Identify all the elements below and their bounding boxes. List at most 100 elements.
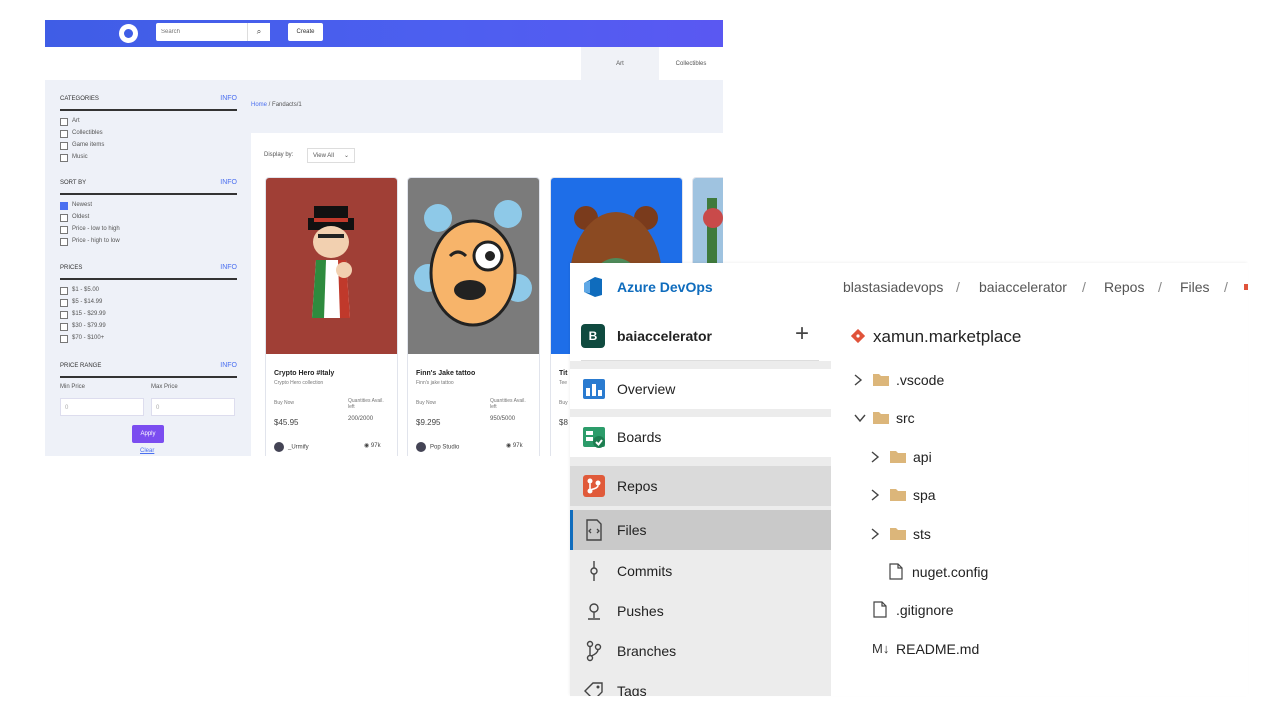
product-card[interactable]: Finn's Jake tattoo Finn's jake tattoo Bu… — [407, 177, 540, 456]
breadcrumb-home[interactable]: Home — [251, 102, 267, 108]
filter-option[interactable]: Music — [60, 151, 237, 163]
filter-categories: CATEGORIES INFO Art Collectibles Game ite… — [60, 95, 237, 163]
boards-icon — [583, 427, 605, 448]
product-quantity: 950/5000 — [490, 416, 516, 422]
file-tree-panel — [831, 311, 1248, 696]
product-owner[interactable]: Pop Studio — [416, 442, 459, 452]
nav-item-pushes[interactable]: Pushes — [570, 591, 831, 631]
filter-title: SORT BY — [60, 180, 87, 186]
chevron-right-icon[interactable] — [870, 450, 880, 464]
filter-price-range: PRICE RANGE INFO Min Price Max Price 0 0 — [60, 362, 237, 418]
file-icon — [873, 601, 887, 618]
tree-item-label: src — [896, 410, 915, 426]
folder-icon — [873, 412, 889, 424]
nav-item-overview[interactable]: Overview — [570, 369, 831, 409]
buy-now-label: Buy Now — [274, 400, 295, 406]
search-button[interactable]: ⌕ — [247, 23, 270, 41]
tree-item-label: nuget.config — [912, 564, 989, 580]
tree-item-label: api — [913, 449, 932, 465]
pushes-icon — [588, 603, 600, 620]
logo-icon[interactable] — [119, 24, 138, 43]
info-link[interactable]: INFO — [220, 362, 237, 369]
filter-heading: CATEGORIES INFO — [60, 95, 237, 111]
nav-item-boards[interactable]: Boards — [570, 417, 831, 457]
filter-prices: PRICES INFO $1 - $5.00 $5 - $14.99 $15 - … — [60, 264, 237, 344]
filter-sort-by: SORT BY INFO Newest Oldest Price - low to… — [60, 179, 237, 247]
filter-option[interactable]: $15 - $29.99 — [60, 308, 237, 320]
chevron-right-icon[interactable] — [870, 488, 880, 502]
chevron-right-icon[interactable] — [853, 373, 863, 387]
commits-icon — [590, 561, 598, 581]
tree-item-label: sts — [913, 526, 931, 542]
filter-option[interactable]: Game items — [60, 139, 237, 151]
nav-item-label: Boards — [617, 429, 662, 445]
tab-art[interactable]: Art — [581, 47, 659, 80]
nav-item-label: Branches — [617, 643, 677, 659]
folder-icon — [890, 451, 906, 463]
tree-item-label: spa — [913, 487, 936, 503]
file-icon — [889, 563, 903, 580]
product-views: ◉ 97k — [364, 442, 381, 449]
brand-name[interactable]: Azure DevOps — [617, 279, 713, 295]
view-all-select[interactable]: View All ⌄ — [307, 148, 355, 163]
chevron-down-icon[interactable] — [853, 411, 867, 425]
azure-devops-logo-icon[interactable] — [581, 275, 605, 299]
filter-option[interactable]: Art — [60, 115, 237, 127]
buy-now-label: Buy Now — [416, 400, 437, 406]
project-avatar[interactable]: B — [581, 324, 605, 348]
product-price: $8 — [559, 418, 568, 427]
product-card[interactable]: Crypto Hero #Italy Crypto Hero collectio… — [265, 177, 398, 456]
filter-option[interactable]: $5 - $14.99 — [60, 296, 237, 308]
filter-title: CATEGORIES — [60, 96, 99, 102]
nav-item-branches[interactable]: Branches — [570, 631, 831, 671]
nav-item-tags[interactable]: Tags — [570, 671, 831, 696]
filter-option[interactable]: Collectibles — [60, 127, 237, 139]
create-button[interactable]: Create — [288, 23, 323, 41]
tab-collectibles[interactable]: Collectibles — [659, 47, 723, 80]
filter-option[interactable]: $70 - $100+ — [60, 332, 237, 344]
tree-item-label: .vscode — [896, 372, 945, 388]
quantity-label: Quantities Avail. left — [490, 398, 526, 410]
nav-item-commits[interactable]: Commits — [570, 551, 831, 591]
nav-item-files[interactable]: Files — [570, 510, 831, 550]
product-price: $45.95 — [274, 418, 299, 427]
max-price-label: Max Price — [151, 384, 178, 390]
nav-item-label: Pushes — [617, 603, 664, 619]
breadcrumb-org[interactable]: blastasiadevops — [843, 279, 943, 295]
chevron-right-icon[interactable] — [870, 527, 880, 541]
info-link[interactable]: INFO — [220, 179, 237, 186]
filter-option[interactable]: Price - high to low — [60, 235, 237, 247]
max-price-input[interactable]: 0 — [151, 398, 235, 416]
views-count: 97k — [512, 443, 523, 449]
views-count: 97k — [370, 443, 381, 449]
repo-name[interactable]: xamun.marketplace — [873, 327, 1021, 347]
filter-option[interactable]: Newest — [60, 199, 237, 211]
nav-item-label: Commits — [617, 563, 673, 579]
filter-option[interactable]: Price - low to high — [60, 223, 237, 235]
apply-button[interactable]: Apply — [132, 425, 164, 443]
breadcrumb-project[interactable]: baiaccelerator — [979, 279, 1067, 295]
product-quantity: 200/2000 — [348, 416, 374, 422]
filter-option[interactable]: $30 - $79.99 — [60, 320, 237, 332]
info-link[interactable]: INFO — [220, 264, 237, 271]
nav-item-label: Repos — [617, 478, 658, 494]
info-link[interactable]: INFO — [220, 95, 237, 102]
project-name[interactable]: baiaccelerator — [617, 328, 712, 344]
jake-tattoo-artwork — [414, 200, 532, 327]
breadcrumb-repos[interactable]: Repos — [1104, 279, 1144, 295]
filter-option[interactable]: $1 - $5.00 — [60, 284, 237, 296]
nav-item-repos[interactable]: Repos — [570, 466, 831, 506]
product-owner[interactable]: _Urmify — [274, 442, 309, 452]
divider — [581, 360, 819, 361]
breadcrumb-current: Fandacts/1 — [272, 102, 302, 108]
product-collection: Crypto Hero collection — [274, 380, 324, 386]
clear-link[interactable]: Clear — [140, 448, 154, 454]
add-icon[interactable]: + — [795, 321, 809, 347]
breadcrumb-files[interactable]: Files — [1180, 279, 1210, 295]
filter-option[interactable]: Oldest — [60, 211, 237, 223]
product-views: ◉ 97k — [506, 442, 523, 449]
overview-icon — [583, 379, 605, 399]
buy-now-label: Buy — [559, 400, 568, 406]
min-price-input[interactable]: 0 — [60, 398, 144, 416]
filter-title: PRICES — [60, 265, 83, 271]
